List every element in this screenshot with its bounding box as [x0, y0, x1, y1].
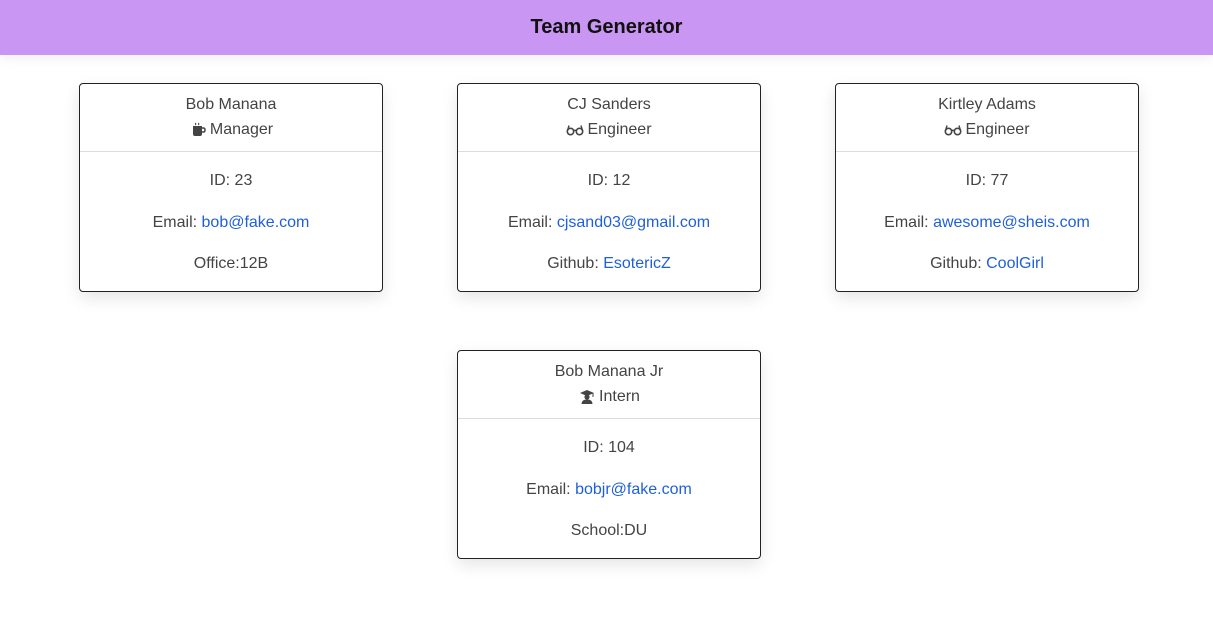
glasses-icon	[566, 121, 584, 139]
email-link[interactable]: bobjr@fake.com	[575, 481, 692, 498]
email-link[interactable]: awesome@sheis.com	[933, 214, 1090, 231]
page-title: Team Generator	[530, 16, 683, 38]
employee-school: School:DU	[570, 522, 648, 539]
card-header: Bob Manana Manager	[80, 84, 382, 152]
email-link[interactable]: cjsand03@gmail.com	[557, 214, 710, 231]
card-body: ID: 104 Email: bobjr@fake.com School:DU	[458, 419, 760, 541]
card-body: ID: 23 Email: bob@fake.com Office:12B	[80, 152, 382, 274]
employee-name: CJ Sanders	[567, 96, 651, 113]
github-link[interactable]: EsotericZ	[603, 255, 671, 272]
employee-name: Bob Manana Jr	[554, 363, 664, 380]
employee-email: Email: bob@fake.com	[152, 213, 310, 231]
page-header: Team Generator	[0, 0, 1213, 55]
employee-role-label: Engineer	[587, 121, 652, 138]
employee-id: ID: 12	[587, 172, 631, 189]
card-body: ID: 77 Email: awesome@sheis.com Github: …	[836, 152, 1138, 274]
employee-email: Email: bobjr@fake.com	[526, 480, 692, 498]
card-header: Kirtley Adams Engineer	[836, 84, 1138, 152]
card-header: Bob Manana Jr Intern	[458, 351, 760, 419]
employee-card-intern: Bob Manana Jr Intern ID: 104 Email: bobj…	[457, 350, 761, 559]
employee-card-engineer: Kirtley Adams Engineer ID: 77 Email: awe…	[835, 83, 1139, 292]
employee-email: Email: awesome@sheis.com	[884, 213, 1090, 231]
employee-github: Github: EsotericZ	[547, 255, 671, 272]
employee-card-engineer: CJ Sanders Engineer ID: 12 Email: cjsand…	[457, 83, 761, 292]
employee-id: ID: 104	[583, 439, 635, 456]
employee-role-label: Manager	[209, 121, 274, 138]
glasses-icon	[944, 121, 962, 139]
employee-role: Engineer	[836, 120, 1138, 140]
github-link[interactable]: CoolGirl	[986, 255, 1044, 272]
employee-role-label: Engineer	[965, 121, 1030, 138]
employee-id: ID: 77	[965, 172, 1009, 189]
card-body: ID: 12 Email: cjsand03@gmail.com Github:…	[458, 152, 760, 274]
coffee-mug-icon	[189, 121, 207, 139]
email-link[interactable]: bob@fake.com	[202, 214, 310, 231]
graduate-icon	[578, 388, 596, 406]
employee-role-label: Intern	[599, 388, 640, 405]
employee-name: Kirtley Adams	[938, 96, 1036, 113]
employee-role: Engineer	[458, 120, 760, 140]
employee-github: Github: CoolGirl	[930, 255, 1044, 272]
employee-card-manager: Bob Manana Manager ID: 23 Email: bob@fak…	[79, 83, 383, 292]
employee-name: Bob Manana	[185, 96, 277, 113]
card-header: CJ Sanders Engineer	[458, 84, 760, 152]
employee-office: Office:12B	[193, 255, 269, 272]
employee-role: Manager	[80, 120, 382, 140]
employee-role: Intern	[458, 387, 760, 407]
employee-email: Email: cjsand03@gmail.com	[507, 213, 711, 231]
employee-id: ID: 23	[209, 172, 253, 189]
